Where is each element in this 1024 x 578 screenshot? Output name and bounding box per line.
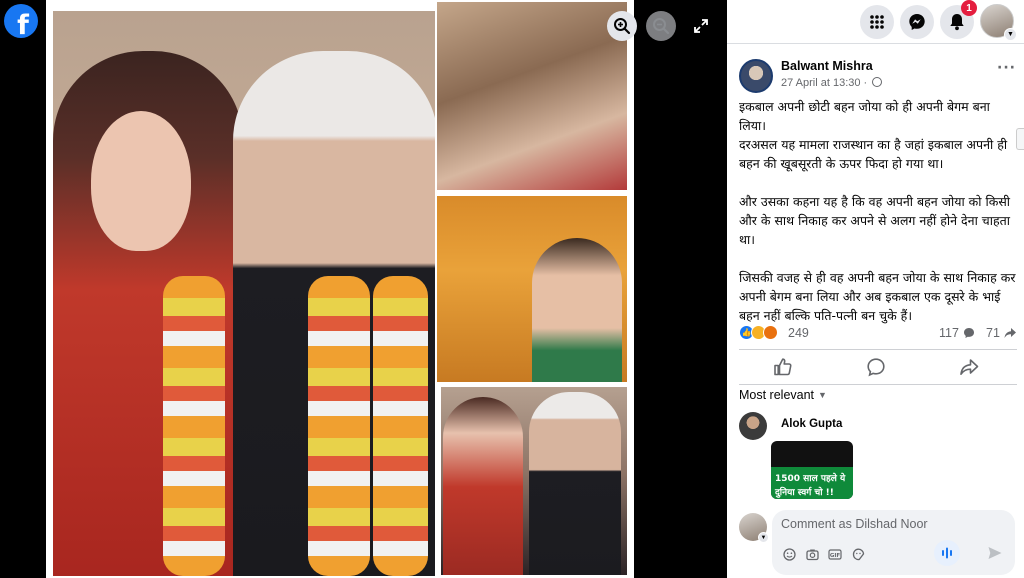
author-avatar[interactable] <box>739 59 773 93</box>
post-paragraph: जिसकी वजह से ही वह अपनी बहन जोया के साथ … <box>739 270 1016 323</box>
comment-image-text: दुनिया स्वर्ग चो !! <box>775 488 834 498</box>
reaction-count[interactable]: 249 <box>788 326 809 340</box>
post-photo[interactable] <box>46 0 634 578</box>
share-arrow-icon <box>1004 328 1016 338</box>
bell-icon <box>950 14 964 31</box>
author-name[interactable]: Balwant Mishra <box>781 59 873 73</box>
zoom-out-icon <box>653 18 670 35</box>
photo-bride-portrait <box>437 196 627 382</box>
menu-button[interactable] <box>860 5 894 39</box>
commenter-name[interactable]: Alok Gupta <box>781 418 842 430</box>
more-options-button[interactable]: ··· <box>997 60 1016 76</box>
top-navbar: 1 ▼ <box>727 0 1024 44</box>
caret-down-icon: ▼ <box>818 390 827 400</box>
photo-main-couple <box>53 11 435 576</box>
chevron-down-icon[interactable]: ▼ <box>758 532 769 543</box>
reaction-summary[interactable]: 👍 249 117 71 <box>739 324 1017 342</box>
like-button[interactable] <box>773 357 793 377</box>
smiley-icon <box>782 547 796 561</box>
comment-sort-dropdown[interactable]: Most relevant ▼ <box>739 388 827 402</box>
fullscreen-button[interactable] <box>688 13 714 39</box>
commenter-avatar[interactable] <box>739 412 767 440</box>
zoom-in-button[interactable] <box>607 11 637 41</box>
post-paragraph: इकबाल अपनी छोटी बहन जोया को ही अपनी बेगम… <box>739 99 1008 171</box>
comment-composer: ▼ GIF <box>739 510 1019 578</box>
post-actions <box>739 349 1017 385</box>
photo-viewer: f <box>0 0 727 578</box>
share-icon <box>960 359 979 375</box>
chevron-down-icon[interactable]: ▼ <box>1004 28 1017 41</box>
comment-bubble-icon <box>963 328 974 338</box>
photo-couple-small <box>441 387 627 575</box>
grid-menu-icon <box>870 15 884 29</box>
comment-button[interactable] <box>866 357 886 377</box>
emoji-button[interactable] <box>782 547 796 561</box>
post-timestamp[interactable]: 27 April at 13:30 · <box>781 77 883 89</box>
globe-icon <box>872 77 883 87</box>
facebook-logo[interactable]: f <box>4 4 38 38</box>
sticker-icon <box>852 548 864 560</box>
photo-ring-hands <box>437 2 627 190</box>
messenger-icon <box>909 14 925 30</box>
thumbs-up-icon <box>774 358 792 376</box>
share-count[interactable]: 71 <box>986 326 1016 340</box>
notification-badge: 1 <box>961 0 977 16</box>
comment-input[interactable] <box>781 517 1001 531</box>
messenger-button[interactable] <box>900 5 934 39</box>
sticker-button[interactable] <box>851 547 865 561</box>
send-button[interactable] <box>987 545 1003 561</box>
comment-image-text: 1500 साल पहले ये <box>775 474 846 484</box>
zoom-in-icon <box>614 18 631 35</box>
post-side-panel: 1 ▼ Balwant Mishra 27 April at 13:30 · ·… <box>727 0 1024 578</box>
zoom-out-button[interactable] <box>646 11 676 41</box>
send-icon <box>988 547 1002 559</box>
comment-icon <box>867 358 885 377</box>
voice-clip-button[interactable] <box>934 540 960 566</box>
svg-text:GIF: GIF <box>830 553 841 559</box>
share-button[interactable] <box>959 357 979 377</box>
post-header: Balwant Mishra 27 April at 13:30 · ··· <box>739 58 1019 94</box>
scroll-handle[interactable] <box>1016 128 1024 150</box>
comment-tools: GIF <box>782 547 865 561</box>
expand-icon <box>694 19 708 33</box>
comment-count[interactable]: 117 <box>939 326 975 340</box>
post-text: इकबाल अपनी छोटी बहन जोया को ही अपनी बेगम… <box>739 97 1017 325</box>
comment-image[interactable]: 1500 साल पहले ये दुनिया स्वर्ग चो !! <box>771 441 853 499</box>
gif-icon: GIF <box>828 548 842 560</box>
comment-box: GIF <box>772 510 1015 575</box>
photo-button[interactable] <box>805 547 819 561</box>
camera-icon <box>805 549 819 560</box>
reaction-icons: 👍 <box>739 325 778 340</box>
angry-reaction-icon <box>763 325 778 340</box>
audio-wave-icon <box>942 547 952 559</box>
gif-button[interactable]: GIF <box>828 547 842 561</box>
post-paragraph: और उसका कहना यह है कि वह अपनी बहन जोया क… <box>739 194 1011 247</box>
